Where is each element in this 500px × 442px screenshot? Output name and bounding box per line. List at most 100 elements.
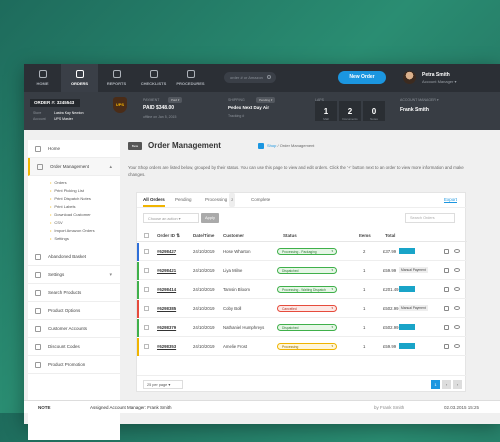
payment-status-dropdown[interactable]: Paid ▾ — [168, 97, 183, 103]
sidebar-item-abandoned-basket[interactable]: Abandoned Basket — [28, 248, 120, 266]
status-dropdown[interactable]: Processing - Waiting Dispatch ▾ — [277, 286, 337, 293]
print-icon[interactable] — [444, 287, 449, 292]
lane-notes[interactable]: 0 Notes — [363, 101, 385, 121]
sidebar-item-settings[interactable]: Settings ▾ — [28, 266, 120, 284]
shipping-status-dropdown[interactable]: Pending ▾ — [256, 97, 276, 103]
tab-complete[interactable]: Complete — [251, 193, 270, 207]
user-role[interactable]: Account Manager ▾ — [422, 79, 456, 84]
status-dropdown[interactable]: Dispatched ▾ — [277, 324, 337, 331]
chevron-up-icon: ▴ — [109, 164, 112, 170]
status-color-bar — [137, 338, 139, 356]
order-id-link[interactable]: #6298414 — [157, 287, 176, 292]
status-dropdown[interactable]: Processing - Packaging ▾ — [277, 248, 337, 255]
nav-reports[interactable]: REPORTS — [98, 64, 135, 92]
view-icon[interactable] — [454, 325, 460, 329]
col-customer[interactable]: Customer — [223, 233, 244, 238]
view-icon[interactable] — [454, 268, 460, 272]
col-total[interactable]: Total — [385, 233, 395, 238]
reports-icon — [112, 70, 121, 78]
new-order-button[interactable]: New Order — [338, 71, 386, 84]
order-number: ORDER #: 3245543 — [30, 99, 80, 107]
search-orders-input[interactable]: Search Orders — [405, 213, 455, 223]
sidebar-item-product-options[interactable]: Product Options — [28, 302, 120, 320]
subnav-print-labels[interactable]: Print Labels — [50, 204, 75, 209]
subnav-settings[interactable]: Settings — [50, 236, 68, 241]
row-checkbox[interactable] — [144, 268, 149, 273]
print-icon[interactable] — [444, 249, 449, 254]
per-page-select[interactable]: 25 per page ▾ — [143, 380, 183, 389]
print-icon[interactable] — [444, 325, 449, 330]
subnav-download-customer[interactable]: Download Customer — [50, 212, 90, 217]
export-link[interactable]: Export — [444, 197, 457, 202]
view-icon[interactable] — [454, 306, 460, 310]
order-id-link[interactable]: #6298353 — [157, 344, 176, 349]
col-order-id[interactable]: Order ID ⇅ — [157, 233, 180, 239]
sidebar-item-discount-codes[interactable]: Discount Codes — [28, 338, 120, 356]
label-barcode — [399, 286, 415, 292]
select-all-checkbox[interactable] — [144, 233, 149, 238]
subnav-print-picking-list[interactable]: Print Picking List — [50, 188, 84, 193]
table-row[interactable]: #6298414 24/10/2019 Tamsin Bloom Processing… — [137, 281, 467, 299]
nav-procedures[interactable]: PROCEDURES — [172, 64, 209, 92]
print-icon[interactable] — [444, 306, 449, 311]
order-id-link[interactable]: #6298385 — [157, 306, 176, 311]
order-id-link[interactable]: #6298421 — [157, 268, 176, 273]
col-date[interactable]: Date/Time — [193, 233, 214, 238]
table-row[interactable]: #6298353 24/10/2019 Amelie Frost Processing… — [137, 338, 467, 356]
row-checkbox[interactable] — [144, 306, 149, 311]
lane-documents[interactable]: 2 Documents — [339, 101, 361, 121]
nav-orders[interactable]: ORDERS — [61, 64, 98, 92]
tab-all-orders[interactable]: All Orders — [143, 193, 165, 207]
row-checkbox[interactable] — [144, 287, 149, 292]
sidebar-item-home[interactable]: Home — [28, 140, 120, 158]
search-input[interactable]: order # or Amazon — [224, 72, 276, 83]
order-customer: Nathaniel Humphreys — [223, 325, 265, 330]
bulk-action-select[interactable]: Choose an action ▾ — [143, 213, 199, 223]
table-row[interactable]: #6298385 24/10/2019 Coby Boll Cancelled ▾ 1 £5… — [137, 300, 467, 318]
prev-page-button[interactable]: ‹ — [442, 380, 451, 389]
apply-button[interactable]: Apply — [201, 213, 219, 223]
table-row[interactable]: #6298379 24/10/2019 Nathaniel Humphreys Dis… — [137, 319, 467, 337]
avatar[interactable] — [403, 71, 416, 84]
status-dropdown[interactable]: Dispatched ▾ — [277, 267, 337, 274]
col-items[interactable]: Items — [359, 233, 371, 238]
subnav-orders[interactable]: Orders — [50, 180, 66, 185]
next-page-button[interactable]: › — [453, 380, 462, 389]
home-icon[interactable] — [258, 143, 264, 149]
account-manager-dropdown[interactable]: ACCOUNT MANAGER ▾ — [400, 98, 439, 102]
status-color-bar — [137, 300, 139, 318]
table-row[interactable]: #6298421 24/10/2019 Liya Milne Dispatched ▾ 1… — [137, 262, 467, 280]
user-name[interactable]: Petra Smith — [422, 72, 450, 78]
subnav-print-dispatch-notes[interactable]: Print Dispatch Notes — [50, 196, 90, 201]
view-icon[interactable] — [454, 249, 460, 253]
row-checkbox[interactable] — [144, 249, 149, 254]
view-icon[interactable] — [454, 344, 460, 348]
nav-checklists[interactable]: CHECKLISTS — [135, 64, 172, 92]
sidebar-item-search-products[interactable]: Search Products — [28, 284, 120, 302]
row-checkbox[interactable] — [144, 344, 149, 349]
order-id-link[interactable]: #6298379 — [157, 325, 176, 330]
row-checkbox[interactable] — [144, 325, 149, 330]
print-icon[interactable] — [444, 344, 449, 349]
sidebar-item-order-management[interactable]: Order Management ▴ — [28, 158, 120, 176]
tab-processing[interactable]: Processing 2 — [205, 193, 236, 207]
print-icon[interactable] — [444, 268, 449, 273]
nav-home[interactable]: HOME — [24, 64, 61, 92]
view-icon[interactable] — [454, 287, 460, 291]
lane-mall[interactable]: 1 Mall — [315, 101, 337, 121]
status-dropdown[interactable]: Processing ▾ — [277, 343, 337, 350]
sidebar-item-product-promotion[interactable]: Product Promotion — [28, 356, 120, 374]
order-customer: Tamsin Bloom — [223, 287, 250, 292]
status-color-bar — [137, 262, 139, 280]
status-dropdown[interactable]: Cancelled ▾ — [277, 305, 337, 312]
tab-pending[interactable]: Pending — [175, 193, 192, 207]
sidebar-item-customer-accounts[interactable]: Customer Accounts — [28, 320, 120, 338]
chevron-down-icon: ▾ — [331, 249, 333, 253]
subnav-import-amazon-orders[interactable]: Import Amazon Orders — [50, 228, 94, 233]
table-row[interactable]: #6298427 24/10/2019 Hose Wharton Processing… — [137, 243, 467, 261]
page-1-button[interactable]: 1 — [431, 380, 440, 389]
subnav-csv[interactable]: CSV — [50, 220, 62, 225]
order-id-link[interactable]: #6298427 — [157, 249, 176, 254]
col-status[interactable]: Status — [283, 233, 297, 238]
breadcrumb-shop[interactable]: Shop — [267, 143, 276, 148]
